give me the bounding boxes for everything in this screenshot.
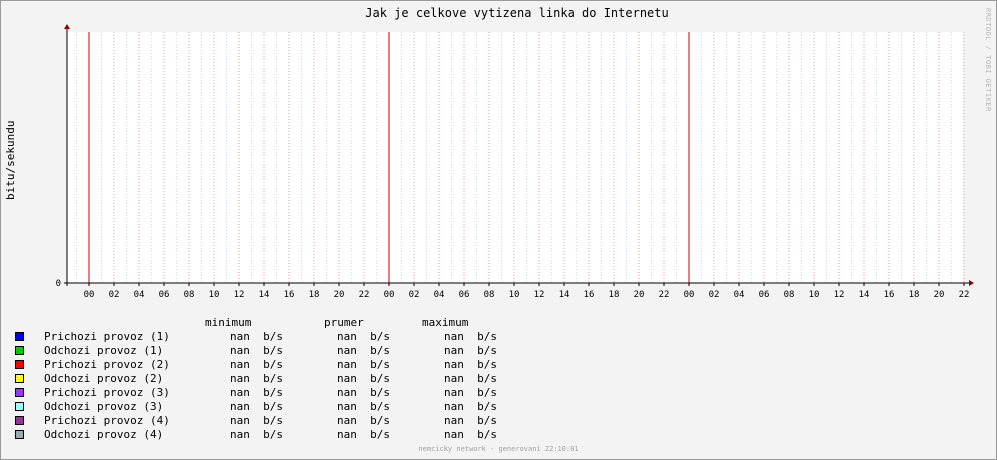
legend-row: Prichozi provoz (2) nan b/s nan b/s nan b/s (14, 358, 574, 372)
legend-row: Odchozi provoz (3) nan b/s nan b/s nan b/s (14, 400, 574, 414)
legend-min-value: nan b/s (230, 344, 283, 357)
legend-min-value: nan b/s (230, 372, 283, 385)
legend-label: Odchozi provoz (1) (44, 344, 164, 357)
legend-swatch (15, 346, 24, 355)
x-tick-label: 04 (734, 290, 745, 300)
legend-row: Prichozi provoz (3) nan b/s nan b/s nan b/s (14, 386, 574, 400)
legend-label: Prichozi provoz (1) (44, 330, 170, 343)
x-tick-label: 16 (884, 290, 895, 300)
x-tick-label: 10 (209, 290, 220, 300)
x-tick-label: 08 (184, 290, 195, 300)
legend-label: Prichozi provoz (2) (44, 358, 170, 371)
legend-min-value: nan b/s (230, 428, 283, 441)
x-tick-label: 12 (834, 290, 845, 300)
legend-avg-value: nan b/s (337, 400, 390, 413)
x-tick-label: 10 (509, 290, 520, 300)
legend-label: Odchozi provoz (3) (44, 400, 164, 413)
x-tick-label: 14 (259, 290, 270, 300)
legend-min-value: nan b/s (230, 400, 283, 413)
legend-swatch (15, 402, 24, 411)
legend-header-maximum: maximum (422, 316, 469, 329)
x-tick-label: 00 (84, 290, 95, 300)
legend-max-value: nan b/s (444, 330, 497, 343)
footer-generated: nemcicky network - generovani 22:10:01 (418, 445, 579, 453)
legend-min-value: nan b/s (230, 358, 283, 371)
x-axis-arrow (969, 280, 974, 286)
legend-avg-value: nan b/s (337, 386, 390, 399)
x-tick-label: 02 (409, 290, 420, 300)
legend-swatch (15, 416, 24, 425)
y-axis-arrow (64, 24, 70, 29)
x-tick-label: 18 (909, 290, 920, 300)
legend-min-value: nan b/s (230, 414, 283, 427)
x-tick-label: 20 (934, 290, 945, 300)
y-tick-label: 0 (56, 279, 61, 289)
x-tick-label: 14 (559, 290, 570, 300)
legend-avg-value: nan b/s (337, 428, 390, 441)
legend-max-value: nan b/s (444, 358, 497, 371)
legend-label: Odchozi provoz (4) (44, 428, 164, 441)
legend-label: Prichozi provoz (3) (44, 386, 170, 399)
legend-row: Prichozi provoz (1) nan b/s nan b/s nan b/s (14, 330, 574, 344)
x-tick-label: 10 (809, 290, 820, 300)
legend-swatch (15, 374, 24, 383)
legend-header-minimum: minimum (205, 316, 252, 329)
x-tick-label: 00 (384, 290, 395, 300)
legend-label: Prichozi provoz (4) (44, 414, 170, 427)
x-tick-label: 04 (434, 290, 445, 300)
x-tick-label: 06 (459, 290, 470, 300)
legend-max-value: nan b/s (444, 414, 497, 427)
x-tick-label: 22 (359, 290, 370, 300)
legend-max-value: nan b/s (444, 428, 497, 441)
x-tick-label: 02 (109, 290, 120, 300)
x-tick-label: 02 (709, 290, 720, 300)
legend-min-value: nan b/s (230, 330, 283, 343)
legend-avg-value: nan b/s (337, 414, 390, 427)
x-tick-label: 16 (584, 290, 595, 300)
legend-max-value: nan b/s (444, 400, 497, 413)
x-tick-label: 16 (284, 290, 295, 300)
legend-max-value: nan b/s (444, 386, 497, 399)
legend-max-value: nan b/s (444, 372, 497, 385)
x-tick-label: 20 (334, 290, 345, 300)
legend-label: Odchozi provoz (2) (44, 372, 164, 385)
x-tick-label: 04 (134, 290, 145, 300)
legend-row: Prichozi provoz (4) nan b/s nan b/s nan b/s (14, 414, 574, 428)
x-tick-label: 00 (684, 290, 695, 300)
legend-swatch (15, 332, 24, 341)
legend-avg-value: nan b/s (337, 372, 390, 385)
legend-row: Odchozi provoz (4) nan b/s nan b/s nan b/s (14, 428, 574, 442)
plot-area: 00 02 04 06 08 10 12 14 16 18 20 22 00 02 04 06 08 10 12 14… (56, 24, 974, 300)
legend-swatch (15, 430, 24, 439)
legend-row: Odchozi provoz (1) nan b/s nan b/s nan b/s (14, 344, 574, 358)
x-tick-label: 18 (309, 290, 320, 300)
x-tick-label: 22 (659, 290, 670, 300)
x-tick-label: 12 (234, 290, 245, 300)
x-tick-label: 18 (609, 290, 620, 300)
x-tick-label: 08 (484, 290, 495, 300)
legend-avg-value: nan b/s (337, 358, 390, 371)
legend-avg-value: nan b/s (337, 330, 390, 343)
legend-swatch (15, 388, 24, 397)
x-tick-label: 20 (634, 290, 645, 300)
x-tick-label: 08 (784, 290, 795, 300)
legend-header-prumer: prumer (324, 316, 364, 329)
x-tick-label: 14 (859, 290, 870, 300)
legend-max-value: nan b/s (444, 344, 497, 357)
x-tick-label: 06 (159, 290, 170, 300)
legend-row: Odchozi provoz (2) nan b/s nan b/s nan b/s (14, 372, 574, 386)
legend-swatch (15, 360, 24, 369)
x-tick-label: 12 (534, 290, 545, 300)
legend-avg-value: nan b/s (337, 344, 390, 357)
x-tick-label: 22 (959, 290, 970, 300)
x-tick-label: 06 (759, 290, 770, 300)
legend-min-value: nan b/s (230, 386, 283, 399)
